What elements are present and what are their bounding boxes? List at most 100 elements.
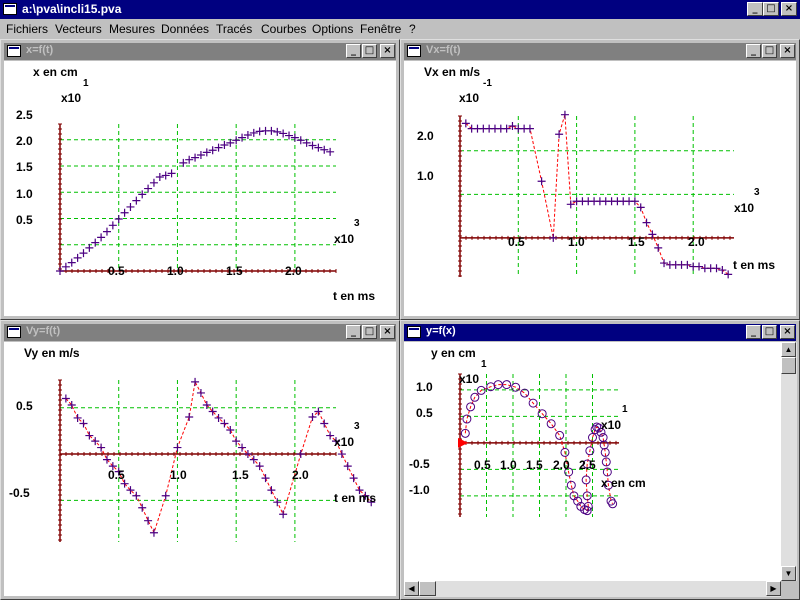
y-axis-label: Vy en m/s bbox=[24, 346, 80, 360]
x-exponent: x10 bbox=[334, 232, 355, 246]
menu-vecteurs[interactable]: Vecteurs bbox=[55, 22, 102, 36]
data-point bbox=[273, 498, 282, 507]
menu-donnees[interactable]: Données bbox=[161, 22, 209, 36]
window-minimize-button[interactable]: _ bbox=[346, 325, 361, 339]
menu-fenetre[interactable]: Fenêtre bbox=[360, 22, 401, 36]
plot-area-vx-vs-t[interactable]: Vx en m/s -1 x10 2.0 1.0 0.5 1.0 1.5 2.0… bbox=[404, 61, 796, 316]
app-system-menu-icon[interactable] bbox=[3, 3, 17, 15]
y-exponent-power: 1 bbox=[481, 359, 487, 370]
minimize-button[interactable]: _ bbox=[747, 2, 763, 16]
data-point bbox=[712, 264, 721, 273]
data-point bbox=[555, 430, 565, 440]
data-point bbox=[79, 249, 88, 258]
data-point bbox=[161, 491, 170, 500]
y-axis-label: x en cm bbox=[33, 65, 78, 79]
data-point bbox=[85, 431, 94, 440]
data-point bbox=[549, 233, 558, 242]
menu-options[interactable]: Options bbox=[312, 22, 353, 36]
x-tick-label: 1.0 bbox=[167, 264, 184, 278]
window-system-menu-icon[interactable] bbox=[7, 45, 21, 57]
menu-fichiers[interactable]: Fichiers bbox=[6, 22, 48, 36]
plot-area-y-vs-x[interactable]: y en cm 1 x10 1.0 0.5 -0.5 -1.0 0.5 1.0 … bbox=[404, 342, 781, 581]
window-maximize-button[interactable]: □ bbox=[762, 325, 777, 339]
data-point bbox=[114, 215, 123, 224]
vertical-scroll-thumb[interactable] bbox=[781, 357, 796, 374]
data-point bbox=[196, 388, 205, 397]
data-point bbox=[56, 267, 64, 275]
app-title-bar[interactable]: a:\pva\incli15.pva _ □ × bbox=[0, 0, 800, 19]
window-close-button[interactable]: × bbox=[780, 44, 795, 58]
y-tick-label: 1.5 bbox=[16, 160, 33, 174]
x-exponent-power: 3 bbox=[754, 187, 760, 198]
scroll-up-button[interactable]: ▲ bbox=[781, 342, 796, 357]
menu-help[interactable]: ? bbox=[409, 22, 416, 36]
window-maximize-button[interactable]: □ bbox=[762, 44, 777, 58]
data-point bbox=[660, 259, 669, 268]
window-close-button[interactable]: × bbox=[380, 44, 395, 58]
scroll-left-button[interactable]: ◀ bbox=[404, 581, 419, 596]
window-minimize-button[interactable]: _ bbox=[746, 325, 761, 339]
data-point bbox=[642, 218, 651, 227]
x-tick-label: 1.5 bbox=[232, 468, 249, 482]
horizontal-scrollbar[interactable]: ◀ ▶ bbox=[404, 581, 781, 597]
plot-area-vy-vs-t[interactable]: Vy en m/s 0.5 -0.5 0.5 1.0 1.5 2.0 3 x10… bbox=[4, 342, 396, 596]
data-point bbox=[85, 243, 94, 252]
y-tick-label: 2.0 bbox=[417, 129, 434, 143]
window-x-vs-t-title-bar[interactable]: x=f(t) _ □ × bbox=[4, 43, 396, 60]
x-tick-label: 2.0 bbox=[285, 264, 302, 278]
window-system-menu-icon[interactable] bbox=[7, 326, 21, 338]
close-button[interactable]: × bbox=[781, 2, 797, 16]
data-point bbox=[144, 184, 153, 193]
window-y-vs-x[interactable]: y=f(x) _ □ × y en cm 1 x10 1.0 0.5 -0.5 … bbox=[400, 320, 800, 600]
window-minimize-button[interactable]: _ bbox=[346, 44, 361, 58]
x-tick-label: 2.0 bbox=[553, 458, 570, 472]
menu-traces[interactable]: Tracés bbox=[216, 22, 252, 36]
window-minimize-button[interactable]: _ bbox=[746, 44, 761, 58]
data-curve bbox=[464, 384, 614, 512]
maximize-button[interactable]: □ bbox=[763, 2, 779, 16]
scroll-right-button[interactable]: ▶ bbox=[766, 581, 781, 596]
window-close-button[interactable]: × bbox=[780, 325, 795, 339]
window-x-vs-t[interactable]: x=f(t) _ □ × x en cm 1 x10 2.5 2.0 1.5 1… bbox=[0, 39, 400, 320]
data-point bbox=[273, 127, 282, 136]
data-point bbox=[461, 119, 470, 128]
data-point bbox=[155, 173, 164, 182]
data-point bbox=[724, 270, 733, 279]
data-point bbox=[161, 171, 170, 180]
x-tick-label: 2.0 bbox=[292, 468, 309, 482]
window-vx-vs-t-title-bar[interactable]: Vx=f(t) _ □ × bbox=[404, 43, 796, 60]
window-system-menu-icon[interactable] bbox=[407, 45, 421, 57]
window-system-menu-icon[interactable] bbox=[407, 326, 421, 338]
data-point bbox=[144, 516, 153, 525]
data-point bbox=[249, 128, 258, 137]
data-point bbox=[560, 110, 569, 119]
window-maximize-button[interactable]: □ bbox=[362, 44, 377, 58]
window-title: x=f(t) bbox=[26, 44, 54, 56]
data-point bbox=[343, 462, 352, 471]
x-tick-label: 0.5 bbox=[108, 468, 125, 482]
window-close-button[interactable]: × bbox=[380, 325, 395, 339]
data-point bbox=[267, 126, 276, 135]
vertical-scrollbar[interactable]: ▲ ▼ bbox=[781, 342, 797, 581]
x-axis-label: t en ms bbox=[333, 289, 376, 303]
window-vy-vs-t-title-bar[interactable]: Vy=f(t) _ □ × bbox=[4, 324, 396, 341]
window-maximize-button[interactable]: □ bbox=[362, 325, 377, 339]
horizontal-scroll-thumb[interactable] bbox=[419, 581, 436, 596]
menu-courbes[interactable]: Courbes bbox=[261, 22, 306, 36]
scroll-down-button[interactable]: ▼ bbox=[781, 566, 796, 581]
data-point bbox=[337, 450, 346, 459]
window-y-vs-x-title-bar[interactable]: y=f(x) _ □ × bbox=[404, 324, 796, 341]
data-point bbox=[97, 233, 106, 242]
y-tick-label: 1.0 bbox=[417, 169, 434, 183]
data-point bbox=[349, 474, 358, 483]
y-tick-label: 2.5 bbox=[16, 108, 33, 122]
y-tick-label: 0.5 bbox=[416, 406, 433, 420]
window-title: y=f(x) bbox=[426, 325, 456, 337]
data-point bbox=[132, 196, 141, 205]
window-vx-vs-t[interactable]: Vx=f(t) _ □ × Vx en m/s -1 x10 2.0 1.0 0… bbox=[400, 39, 800, 320]
menu-mesures[interactable]: Mesures bbox=[109, 22, 155, 36]
plot-area-x-vs-t[interactable]: x en cm 1 x10 2.5 2.0 1.5 1.0 0.5 0.5 1.… bbox=[4, 61, 396, 316]
data-curve bbox=[65, 380, 372, 535]
window-vy-vs-t[interactable]: Vy=f(t) _ □ × Vy en m/s 0.5 -0.5 0.5 1.0… bbox=[0, 320, 400, 600]
data-point bbox=[138, 503, 147, 512]
